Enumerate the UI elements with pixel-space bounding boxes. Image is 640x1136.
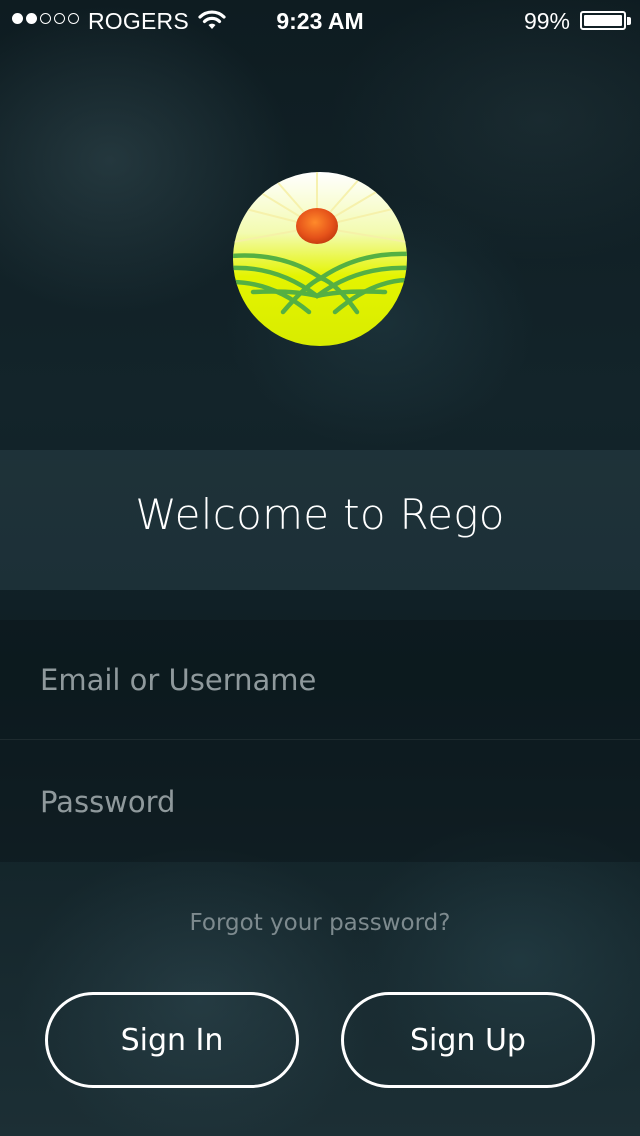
sign-in-button[interactable]: Sign In: [45, 992, 299, 1088]
page-title: Welcome to Rego: [135, 490, 505, 539]
password-input[interactable]: [40, 776, 600, 828]
password-field-row: [0, 742, 640, 862]
battery-level-fill: [584, 15, 622, 26]
app-logo: [233, 172, 407, 346]
sign-up-button[interactable]: Sign Up: [341, 992, 595, 1088]
battery-icon: [580, 11, 626, 30]
battery-percentage: 99%: [523, 8, 570, 34]
email-input[interactable]: [40, 654, 600, 706]
forgot-password-link[interactable]: Forgot your password?: [0, 910, 640, 936]
status-bar: ROGERS 9:23 AM 99%: [0, 0, 640, 40]
email-field-row: [0, 620, 640, 740]
battery-tip: [627, 17, 631, 25]
sun-over-fields-logo-icon: [233, 172, 407, 346]
